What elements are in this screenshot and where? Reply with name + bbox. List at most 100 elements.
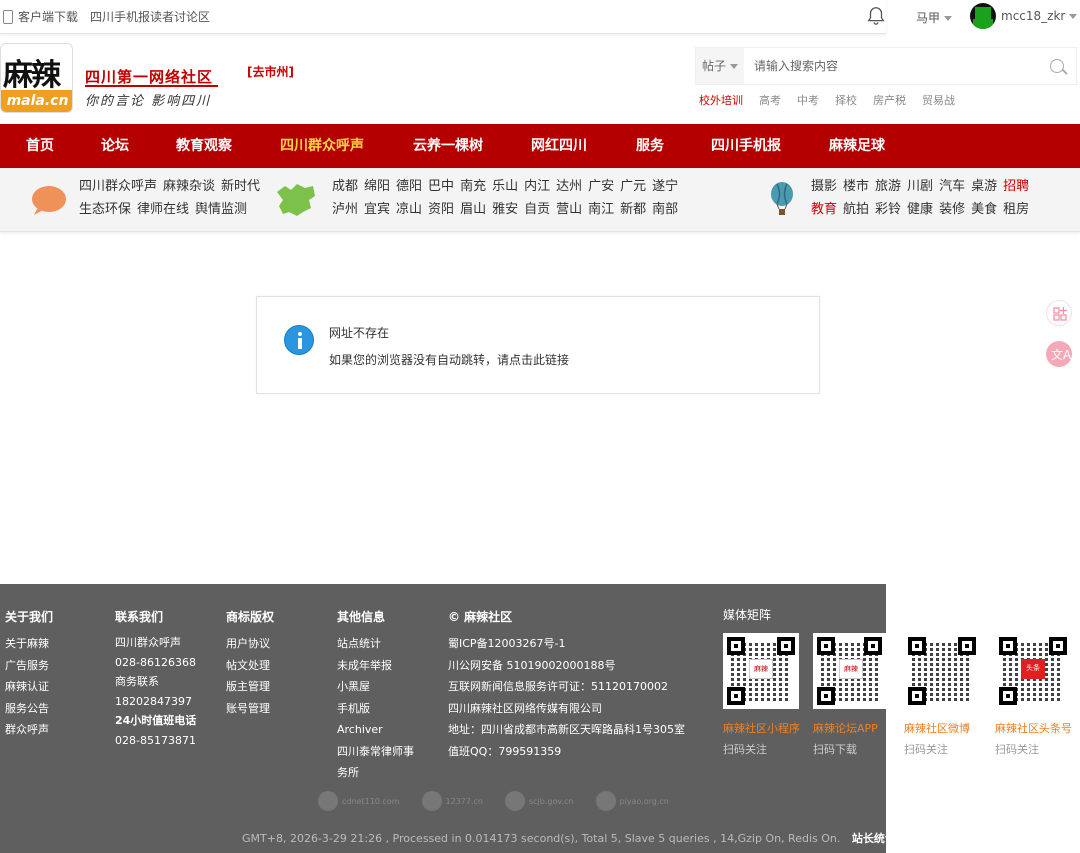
search-input[interactable] [744, 48, 1076, 84]
nav-item-football[interactable]: 麻辣足球 [829, 124, 885, 168]
footer-link[interactable]: 服务公告 [5, 698, 53, 720]
subnav-link[interactable]: 楼市 [843, 179, 869, 194]
subnav-link[interactable]: 宜宾 [364, 202, 390, 217]
subnav-link[interactable]: 乐山 [492, 179, 518, 194]
nav-item-education[interactable]: 教育观察 [176, 124, 232, 168]
footer-link[interactable]: 用户协议 [226, 633, 274, 655]
subnav-link[interactable]: 桌游 [971, 179, 997, 194]
footer-link[interactable]: 麻辣认证 [5, 676, 53, 698]
subnav-link[interactable]: 旅游 [875, 179, 901, 194]
footer-link[interactable]: 未成年举报 [337, 655, 414, 677]
subnav-link[interactable]: 泸州 [332, 202, 358, 217]
subnav-link[interactable]: 川剧 [907, 179, 933, 194]
footer-link[interactable]: Archiver [337, 719, 414, 741]
footer-link[interactable]: 站点统计 [337, 633, 414, 655]
apps-icon[interactable] [1046, 300, 1072, 326]
subnav-link[interactable]: 新时代 [221, 179, 260, 194]
hotword[interactable]: 房产税 [873, 92, 906, 108]
sichuan-report-icon[interactable]: scjb.gov.cn [504, 791, 574, 811]
subnav-link[interactable]: 律师在线 [137, 202, 189, 217]
search-icon[interactable] [1050, 59, 1064, 73]
footer-link[interactable]: 关于麻辣 [5, 633, 53, 655]
hotword[interactable]: 校外培训 [699, 92, 743, 108]
footer-link[interactable]: 账号管理 [226, 698, 274, 720]
subnav-link[interactable]: 新都 [620, 202, 646, 217]
nav-item-tree[interactable]: 云养一棵树 [413, 124, 483, 168]
footer-link[interactable]: 手机版 [337, 698, 414, 720]
subnav-link[interactable]: 美食 [971, 202, 997, 217]
webmaster-stats-link[interactable]: 站长统计 [852, 832, 896, 845]
subnav-link[interactable]: 内江 [524, 179, 550, 194]
hotword[interactable]: 中考 [797, 92, 819, 108]
subnav-link[interactable]: 麻辣杂谈 [163, 179, 215, 194]
subnav-link[interactable]: 德阳 [396, 179, 422, 194]
subnav-link[interactable]: 健康 [907, 202, 933, 217]
footer-link[interactable]: 版主管理 [226, 676, 274, 698]
nav-item-public-voice[interactable]: 四川群众呼声 [280, 124, 364, 168]
city-switch[interactable]: 马甲 [916, 9, 953, 26]
qr-label[interactable]: 麻辣社区头条号 [995, 720, 1072, 736]
subnav-link[interactable]: 四川群众呼声 [79, 179, 157, 194]
footer-link[interactable]: 群众呼声 [5, 719, 53, 741]
subnav-link[interactable]: 彩铃 [875, 202, 901, 217]
qr-label[interactable]: 麻辣社区微博 [904, 720, 970, 736]
subnav-link[interactable]: 遂宁 [652, 179, 678, 194]
subnav-link[interactable]: 教育 [811, 202, 837, 217]
bell-icon[interactable] [865, 5, 887, 27]
subnav-link[interactable]: 成都 [332, 179, 358, 194]
subnav-link[interactable]: 凉山 [396, 202, 422, 217]
subnav-link[interactable]: 南充 [460, 179, 486, 194]
subnav-link[interactable]: 眉山 [460, 202, 486, 217]
subnav-link[interactable]: 达州 [556, 179, 582, 194]
subnav-link[interactable]: 航拍 [843, 202, 869, 217]
report-center-icon[interactable]: 12377.cn [421, 791, 483, 811]
subnav-link[interactable]: 摄影 [811, 179, 837, 194]
user-menu[interactable]: mcc18_zkr [1001, 9, 1078, 23]
footer-link[interactable]: 广告服务 [5, 655, 53, 677]
nav-item-forum[interactable]: 论坛 [101, 124, 129, 168]
subnav-link[interactable]: 汽车 [939, 179, 965, 194]
site-logo[interactable]: 麻辣 mala.cn [0, 43, 73, 113]
subnav-link[interactable]: 招聘 [1003, 179, 1029, 194]
search-type-select[interactable]: 帖子 [696, 48, 744, 84]
subnav-link[interactable]: 广安 [588, 179, 614, 194]
hotword[interactable]: 择校 [835, 92, 857, 108]
subnav-link[interactable]: 自贡 [524, 202, 550, 217]
nav-item-mobile-news[interactable]: 四川手机报 [711, 124, 781, 168]
subnav-link[interactable]: 雅安 [492, 202, 518, 217]
hotword[interactable]: 贸易战 [922, 92, 955, 108]
nav-item-service[interactable]: 服务 [636, 124, 664, 168]
footer-link[interactable]: 四川泰常律师事 [337, 741, 414, 763]
reader-forum-link[interactable]: 四川手机报读者讨论区 [90, 8, 210, 25]
translate-icon[interactable]: 文A [1046, 341, 1072, 367]
subnav-link[interactable]: 营山 [556, 202, 582, 217]
subnav-link[interactable]: 绵阳 [364, 179, 390, 194]
client-download-link[interactable]: 客户端下载 [18, 8, 78, 25]
footer-link[interactable]: 务所 [337, 762, 414, 784]
main-nav: 首页 论坛 教育观察 四川群众呼声 云养一棵树 网红四川 服务 四川手机报 麻辣… [0, 124, 1080, 168]
subnav-link[interactable]: 南江 [588, 202, 614, 217]
rumor-platform-icon[interactable]: piyao.org.cn [595, 791, 669, 811]
qr-sublabel: 扫码关注 [995, 743, 1039, 756]
nav-item-influencer[interactable]: 网红四川 [531, 124, 587, 168]
subnav-link[interactable]: 资阳 [428, 202, 454, 217]
footer-link[interactable]: 帖文处理 [226, 655, 274, 677]
user-area: 马甲 mcc18_zkr [886, 0, 1080, 34]
subnav-link[interactable]: 巴中 [428, 179, 454, 194]
nav-item-home[interactable]: 首页 [26, 124, 54, 168]
hotword[interactable]: 高考 [759, 92, 781, 108]
redirect-link[interactable]: 如果您的浏览器没有自动跳转，请点击此链接 [329, 351, 569, 368]
qr-label[interactable]: 麻辣社区小程序 [723, 720, 800, 736]
avatar[interactable] [970, 3, 996, 29]
subnav-link[interactable]: 装修 [939, 202, 965, 217]
hot-search-words: 校外培训 高考 中考 择校 房产税 贸易战 [699, 92, 971, 108]
goto-city-link[interactable]: [去市州] [247, 63, 294, 80]
subnav-link[interactable]: 租房 [1003, 202, 1029, 217]
footer-link[interactable]: 小黑屋 [337, 676, 414, 698]
police-badge-icon[interactable]: cdnet110.com [318, 791, 400, 811]
subnav-link[interactable]: 生态环保 [79, 202, 131, 217]
subnav-link[interactable]: 舆情监测 [195, 202, 247, 217]
subnav-link[interactable]: 南部 [652, 202, 678, 217]
qr-label[interactable]: 麻辣论坛APP [813, 720, 878, 736]
subnav-link[interactable]: 广元 [620, 179, 646, 194]
